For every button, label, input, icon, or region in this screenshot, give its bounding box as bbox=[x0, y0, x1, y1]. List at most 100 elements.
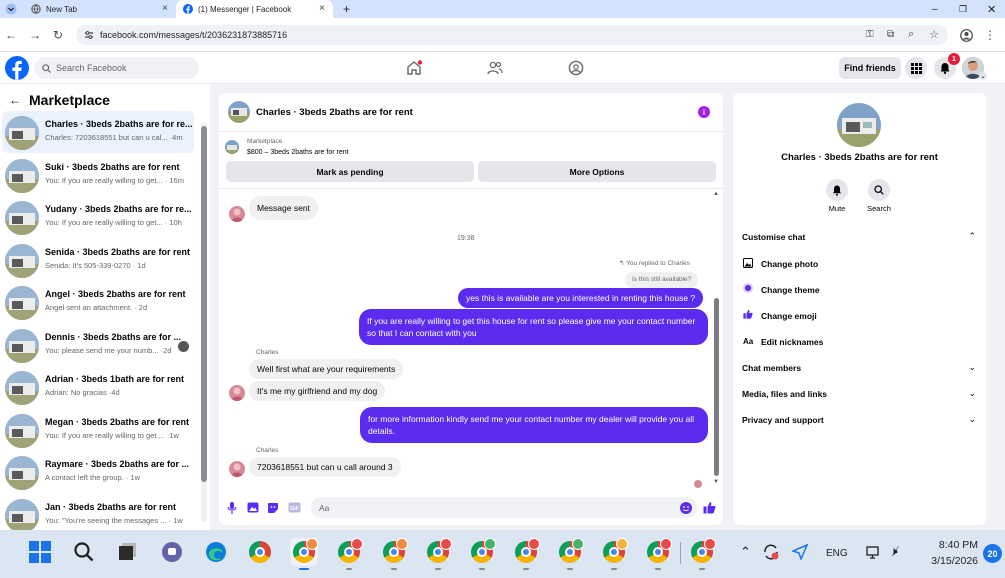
browser-menu-icon[interactable]: ⋮ bbox=[982, 27, 998, 43]
notification-center-badge[interactable]: 20 bbox=[983, 544, 1002, 563]
conversation-row[interactable]: Raymare · 3beds 2baths are for ... A cont… bbox=[2, 451, 194, 493]
find-friends-button[interactable]: Find friends bbox=[839, 57, 901, 79]
edge-icon[interactable] bbox=[202, 538, 230, 566]
listing-detail[interactable]: $800 – 3beds 2baths are for rent bbox=[247, 149, 349, 156]
task-view-icon[interactable] bbox=[114, 538, 142, 566]
read-receipt-avatar bbox=[178, 341, 189, 352]
close-tab-icon[interactable]: × bbox=[319, 3, 325, 14]
minimize-window-icon[interactable]: – bbox=[925, 0, 945, 18]
taskbar-search-icon[interactable] bbox=[70, 538, 98, 566]
emoji-icon[interactable] bbox=[680, 502, 692, 514]
chrome-profile-icon[interactable] bbox=[512, 538, 540, 570]
account-chevron-icon[interactable]: ⌄ bbox=[979, 72, 987, 80]
chrome-profile-icon[interactable] bbox=[600, 538, 628, 570]
conversation-row[interactable]: Senida · 3beds 2baths are for rent Senida… bbox=[2, 239, 194, 281]
more-options-button[interactable]: More Options bbox=[478, 161, 716, 182]
conversation-row[interactable]: Angel · 3beds 2baths are for rent Angel s… bbox=[2, 281, 194, 323]
scrollbar-thumb[interactable] bbox=[201, 126, 207, 482]
back-icon[interactable]: ← bbox=[3, 27, 19, 43]
location-arrow-icon[interactable] bbox=[792, 544, 808, 560]
info-icon[interactable]: i bbox=[698, 106, 710, 118]
privacy-support-toggle[interactable]: Privacy and support bbox=[742, 415, 824, 425]
chat-scrollbar-thumb[interactable] bbox=[714, 298, 719, 476]
listing-large-avatar[interactable] bbox=[837, 103, 881, 147]
listing-avatar bbox=[5, 244, 39, 278]
chrome-profile-icon[interactable] bbox=[335, 538, 363, 570]
clock-date[interactable]: 3/15/2026 bbox=[918, 555, 978, 567]
reload-icon[interactable]: ↻ bbox=[50, 27, 66, 43]
search-icon[interactable] bbox=[868, 179, 890, 201]
chat-title[interactable]: Charles · 3beds 2baths are for rent bbox=[256, 107, 413, 118]
address-bar[interactable]: facebook.com/messages/t/2036231873885716… bbox=[76, 25, 948, 45]
zoom-icon[interactable]: ⌕ bbox=[908, 28, 914, 41]
language-indicator[interactable]: ENG bbox=[826, 548, 848, 559]
change-emoji-item[interactable]: Change emoji bbox=[761, 311, 817, 321]
close-tab-icon[interactable]: × bbox=[162, 3, 168, 14]
tab-search-button[interactable] bbox=[0, 0, 22, 18]
conversation-row[interactable]: Adrian · 3beds 1bath are for rent Adrian:… bbox=[2, 366, 194, 408]
conversation-row[interactable]: Suki · 3beds 2baths are for rent You: If … bbox=[2, 154, 194, 196]
tab-messenger[interactable]: (1) Messenger | Facebook × bbox=[176, 0, 333, 18]
sync-icon[interactable] bbox=[762, 543, 780, 561]
back-arrow-icon[interactable]: ← bbox=[9, 93, 21, 107]
chrome-profile-icon[interactable] bbox=[468, 538, 496, 570]
sticker-icon[interactable] bbox=[267, 502, 279, 514]
chevron-down-icon[interactable]: ⌄ bbox=[968, 388, 976, 399]
conversation-name: Yudany · 3beds 2baths are for re... bbox=[45, 204, 192, 214]
teams-chat-icon[interactable] bbox=[158, 538, 186, 566]
chevron-down-icon[interactable]: ⌄ bbox=[968, 362, 976, 373]
site-settings-icon[interactable] bbox=[84, 30, 94, 40]
groups-icon[interactable] bbox=[568, 60, 584, 76]
volume-muted-icon[interactable]: 🕨̸ bbox=[890, 544, 898, 559]
message-input[interactable]: Aa bbox=[311, 497, 697, 518]
chrome-profile-icon[interactable] bbox=[644, 538, 672, 570]
mark-as-pending-button[interactable]: Mark as pending bbox=[226, 161, 474, 182]
restore-window-icon[interactable]: ❐ bbox=[952, 0, 974, 18]
conversation-row[interactable]: Megan · 3beds 2baths are for rent You: If… bbox=[2, 409, 194, 451]
mute-bell-icon[interactable] bbox=[826, 179, 848, 201]
show-hidden-icons-chevron[interactable]: ⌃ bbox=[740, 544, 751, 560]
chrome-icon[interactable] bbox=[246, 538, 274, 566]
chevron-down-icon[interactable]: ⌄ bbox=[968, 414, 976, 425]
network-icon[interactable] bbox=[866, 544, 882, 560]
conversation-row[interactable]: Dennis · 3beds 2baths are for ... You: pl… bbox=[2, 324, 194, 366]
svg-text:GIF: GIF bbox=[290, 506, 300, 512]
customise-chat-toggle[interactable]: Customise chat bbox=[742, 232, 805, 242]
new-tab-button[interactable]: + bbox=[336, 0, 354, 18]
edit-nicknames-item[interactable]: Edit nicknames bbox=[761, 337, 823, 347]
photo-attach-icon[interactable] bbox=[247, 502, 259, 513]
chrome-profile-icon[interactable] bbox=[380, 538, 408, 570]
bookmark-star-icon[interactable]: ☆ bbox=[929, 28, 939, 41]
thumbs-up-icon[interactable] bbox=[703, 501, 716, 514]
chrome-profile-icon[interactable] bbox=[424, 538, 452, 570]
facebook-logo-icon[interactable] bbox=[5, 56, 29, 80]
chat-members-toggle[interactable]: Chat members bbox=[742, 363, 801, 373]
friends-icon[interactable] bbox=[487, 60, 503, 76]
scroll-down-icon[interactable]: ▼ bbox=[713, 479, 719, 485]
facebook-search-input[interactable]: Search Facebook bbox=[34, 57, 199, 79]
chrome-profile-icon[interactable] bbox=[290, 538, 318, 570]
home-icon[interactable] bbox=[406, 60, 422, 76]
install-app-icon[interactable]: ⧉ bbox=[887, 29, 894, 40]
chrome-profile-icon[interactable] bbox=[556, 538, 584, 570]
windows-start-icon[interactable] bbox=[26, 538, 54, 566]
listing-avatar[interactable] bbox=[228, 101, 250, 123]
chevron-up-icon[interactable]: ⌃ bbox=[968, 231, 976, 242]
close-window-icon[interactable]: ✕ bbox=[980, 0, 1003, 18]
menu-grid-icon[interactable] bbox=[905, 57, 927, 79]
conversation-row[interactable]: Charles · 3beds 2baths are for re... Char… bbox=[2, 111, 194, 153]
scroll-up-icon[interactable]: ▲ bbox=[713, 191, 719, 197]
browser-tab-strip: New Tab × (1) Messenger | Facebook × + –… bbox=[0, 0, 1005, 18]
tab-new-tab[interactable]: New Tab × bbox=[24, 0, 176, 18]
media-files-links-toggle[interactable]: Media, files and links bbox=[742, 389, 827, 399]
microphone-icon[interactable] bbox=[227, 502, 237, 514]
gif-icon[interactable]: GIF bbox=[288, 502, 301, 513]
clock-time[interactable]: 8:40 PM bbox=[926, 539, 978, 551]
chrome-profile-icon[interactable] bbox=[688, 538, 716, 570]
change-photo-item[interactable]: Change photo bbox=[761, 259, 818, 269]
forward-icon[interactable]: → bbox=[27, 27, 43, 43]
change-theme-item[interactable]: Change theme bbox=[761, 285, 820, 295]
password-key-icon[interactable]: ⚿ bbox=[866, 29, 874, 40]
profile-icon[interactable] bbox=[958, 27, 974, 43]
conversation-row[interactable]: Yudany · 3beds 2baths are for re... You: … bbox=[2, 196, 194, 238]
